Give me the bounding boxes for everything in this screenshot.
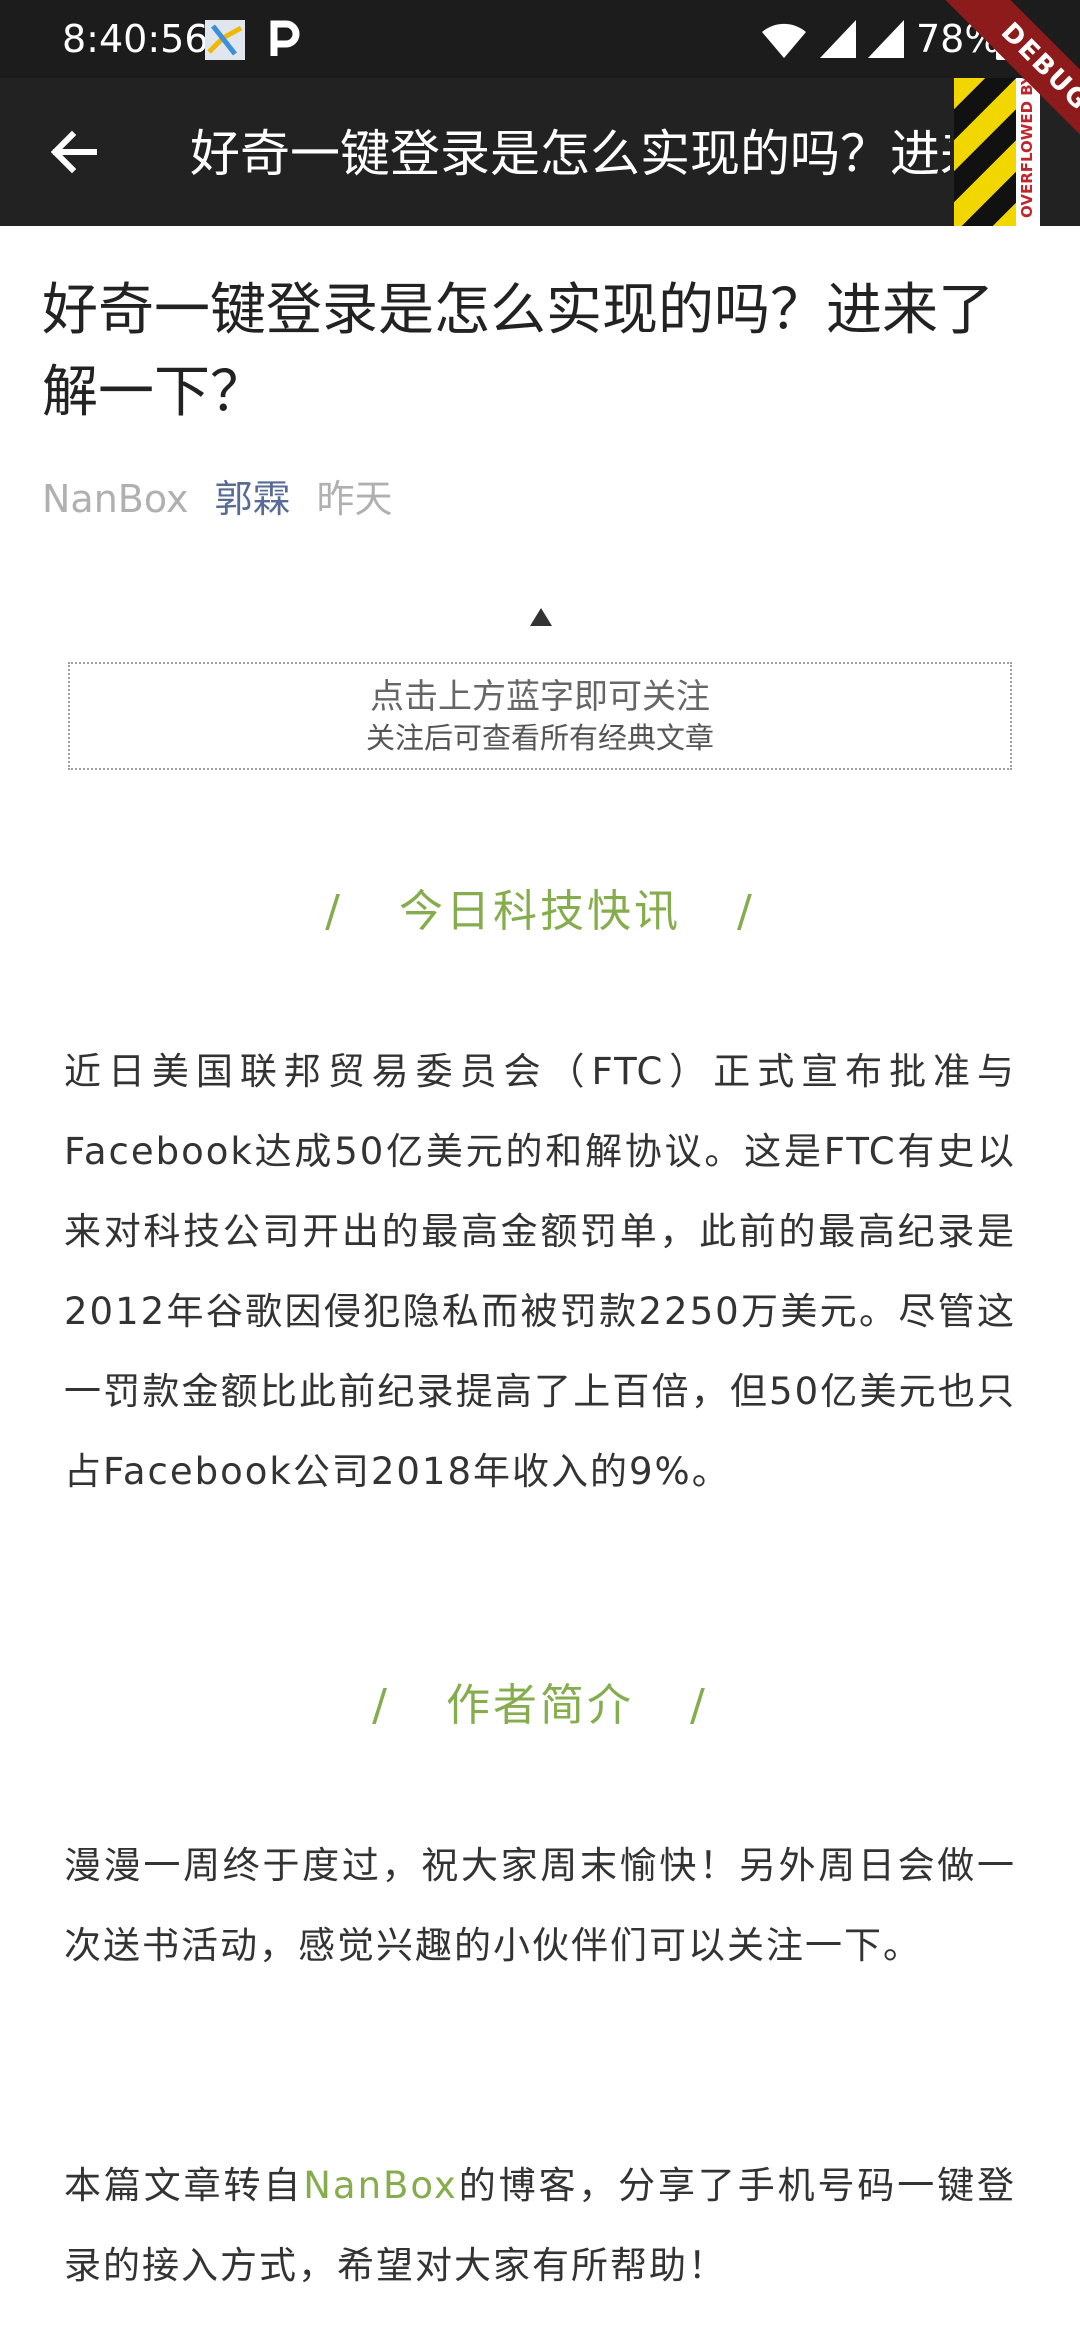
overflow-warning-stripes <box>954 78 1016 226</box>
section-heading: / 今日科技快讯 / <box>0 884 1080 940</box>
signal-icon <box>820 20 856 58</box>
follow-prompt-line2: 关注后可查看所有经典文章 <box>365 721 714 755</box>
meta-source: NanBox <box>42 477 189 521</box>
heading-slash: / <box>372 1680 390 1731</box>
paragraph-tech-news: 近日美国联邦贸易委员会（FTC）正式宣布批准与Facebook达成50亿美元的和… <box>64 1050 1016 1493</box>
app-bar: 好奇一键登录是怎么实现的吗？进来了解一下？ OVERFLOWED BY <box>0 78 1080 226</box>
follow-prompt-line1: 点击上方蓝字即可关注 <box>370 677 710 717</box>
article-title: 好奇一键登录是怎么实现的吗？进来了解一下？ <box>42 278 994 425</box>
app-bar-title: 好奇一键登录是怎么实现的吗？进来了解一下？ <box>190 125 950 183</box>
heading-slash: / <box>325 886 343 937</box>
nanbox-link[interactable]: NanBox <box>303 2164 458 2207</box>
wifi-icon <box>760 20 808 60</box>
overflow-warning-text: OVERFLOWED BY <box>1018 78 1036 218</box>
status-bar: 8:40:56 78% <box>0 0 1080 78</box>
signal-icon <box>868 20 904 58</box>
section-heading-text: 作者简介 <box>446 1680 634 1731</box>
heading-slash: / <box>690 1680 708 1731</box>
section-heading-text: 今日科技快讯 <box>399 886 681 937</box>
article-meta: NanBox 郭霖 昨天 <box>42 475 392 523</box>
arrow-back-icon <box>50 130 97 174</box>
section-heading: / 作者简介 / <box>0 1678 1080 1734</box>
paragraph-author-intro: 漫漫一周终于度过，祝大家周末愉快！另外周日会做一次送书活动，感觉兴趣的小伙伴们可… <box>64 1844 1016 1967</box>
triangle-up-icon <box>530 608 552 626</box>
p-app-icon <box>268 18 300 60</box>
meta-author-link[interactable]: 郭霖 <box>214 477 290 521</box>
status-time: 8:40:56 <box>62 17 209 61</box>
back-button[interactable] <box>38 116 110 188</box>
repost-text-before: 本篇文章转自 <box>64 2164 304 2207</box>
follow-prompt-box: 点击上方蓝字即可关注 关注后可查看所有经典文章 <box>68 662 1012 770</box>
map-app-icon <box>205 20 245 60</box>
paragraph-repost-note: 本篇文章转自NanBox的博客，分享了手机号码一键登录的接入方式，希望对大家有所… <box>64 2146 1016 2306</box>
overflow-warning-label: OVERFLOWED BY <box>1016 78 1040 226</box>
meta-date: 昨天 <box>316 477 393 521</box>
heading-slash: / <box>737 886 755 937</box>
